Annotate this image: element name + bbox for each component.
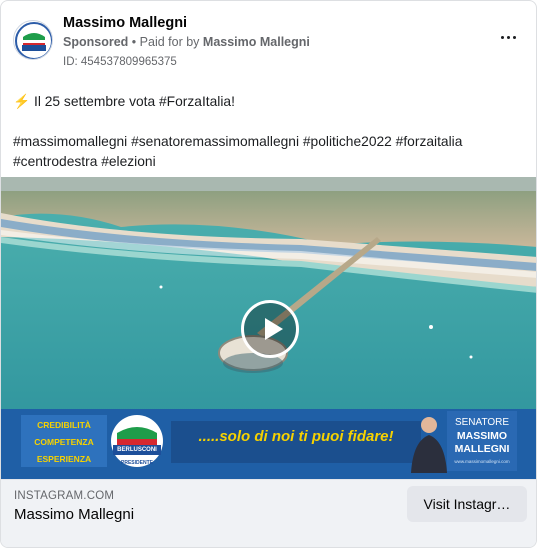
page-name[interactable]: Massimo Mallegni	[63, 15, 187, 31]
paid-for-name[interactable]: Massimo Mallegni	[203, 35, 310, 49]
ad-library-id: ID: 454537809965375	[63, 56, 177, 68]
hashtags-line-1[interactable]: #massimomallegni #senatoremassimomallegn…	[13, 132, 523, 152]
banner-values: CREDIBILITÀ COMPETENZA ESPERIENZA	[34, 420, 94, 464]
link-title[interactable]: Massimo Mallegni	[14, 506, 134, 523]
visit-instagram-button[interactable]: Visit Instagr…	[407, 486, 527, 522]
paid-for-prefix: Paid for by	[139, 35, 200, 49]
ad-meta: Sponsored • Paid for by Massimo Mallegni	[63, 35, 310, 49]
banner-logo-caption: PRESIDENTE	[121, 460, 153, 466]
banner-url: www.massimomallegni.com	[454, 459, 510, 464]
link-footer[interactable]: INSTAGRAM.COM Massimo Mallegni Visit Ins…	[1, 479, 536, 547]
page-avatar[interactable]	[13, 20, 53, 60]
banner-name-2: MALLEGNI	[454, 443, 510, 455]
forza-italia-logo-icon	[15, 22, 52, 59]
more-options-button[interactable]	[498, 27, 518, 47]
banner-name-1: MASSIMO	[456, 430, 508, 442]
ad-body: ⚡ Il 25 settembre vota #ForzaItalia! #ma…	[13, 92, 523, 172]
more-horizontal-icon	[499, 35, 517, 39]
hashtags-line-2[interactable]: #centrodestra #elezioni	[13, 152, 523, 172]
ad-header: Massimo Mallegni Sponsored • Paid for by…	[1, 1, 536, 81]
body-line-1: ⚡ Il 25 settembre vota #ForzaItalia!	[13, 94, 235, 109]
sponsored-label: Sponsored	[63, 35, 129, 49]
banner-role: SENATORE	[454, 417, 510, 428]
banner-slogan: .....solo di noi ti puoi fidare!	[198, 428, 394, 445]
banner-logo-text: BERLUSCONI	[117, 447, 157, 453]
ad-card: Massimo Mallegni Sponsored • Paid for by…	[0, 0, 537, 548]
link-domain: INSTAGRAM.COM	[14, 490, 115, 502]
meta-separator: •	[131, 35, 137, 49]
play-button[interactable]	[241, 300, 299, 358]
